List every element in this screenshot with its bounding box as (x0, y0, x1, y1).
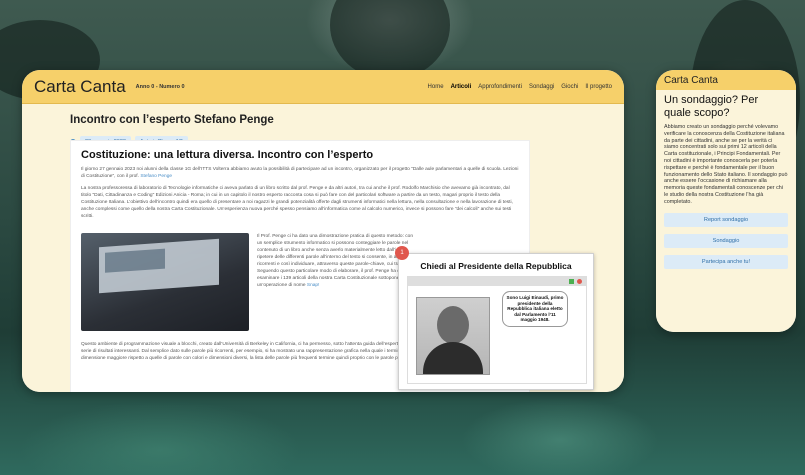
nav-articoli[interactable]: Articoli (451, 84, 472, 90)
nav-home[interactable]: Home (428, 84, 444, 90)
site-brand[interactable]: Carta Canta (34, 77, 126, 97)
issue-label: Anno 0 - Numero 0 (135, 83, 185, 90)
article-paragraph-side: Il Prof. Penge ci ha dato una dimostrazi… (257, 233, 417, 289)
article-title: Costituzione: una lettura diversa. Incon… (81, 149, 374, 161)
nav-approfondimenti[interactable]: Approfondimenti (478, 84, 522, 90)
snap-link[interactable]: Snap! (307, 283, 320, 288)
president-popup: 1 Chiedi al Presidente della Repubblica … (395, 246, 594, 390)
nav-progetto[interactable]: Il progetto (585, 84, 612, 90)
top-navbar: Carta Canta Anno 0 - Numero 0 Home Artic… (22, 70, 624, 104)
para3-text: Il Prof. Penge ci ha dato una dimostrazi… (257, 234, 417, 288)
nav-giochi[interactable]: Giochi (561, 84, 578, 90)
einaudi-portrait (416, 297, 490, 375)
side-brand[interactable]: Carta Canta (656, 70, 796, 90)
report-survey-button[interactable]: Report sondaggio (664, 212, 788, 227)
survey-text: Abbiamo creato un sondaggio perché volev… (664, 124, 788, 205)
portrait-body (423, 342, 483, 374)
green-flag-icon[interactable] (569, 279, 574, 284)
notification-badge[interactable]: 1 (395, 246, 409, 260)
snap-stage: Sono Luigi Einaudi, primo presidente del… (407, 276, 587, 384)
nav-sondaggi[interactable]: Sondaggi (529, 84, 554, 90)
figure-silhouette (330, 0, 450, 80)
survey-heading: Un sondaggio? Per quale scopo? (664, 94, 759, 119)
participate-button[interactable]: Partecipa anche tu! (664, 254, 788, 269)
survey-button[interactable]: Sondaggio (664, 233, 788, 248)
page-title: Incontro con l’esperto Stefano Penge (70, 114, 274, 126)
article-paragraph: La nostra professoressa di laboratorio d… (81, 186, 513, 219)
stop-icon[interactable] (577, 279, 582, 284)
speech-bubble: Sono Luigi Einaudi, primo presidente del… (502, 291, 568, 327)
survey-panel: Un sondaggio? Per quale scopo? Abbiamo c… (656, 90, 796, 332)
article-intro: Il giorno 27 gennaio 2023 noi alunni del… (81, 166, 519, 180)
popup-title: Chiedi al Presidente della Repubblica (420, 261, 572, 271)
portrait-head (437, 306, 469, 344)
expert-link[interactable]: Stefano Penge (140, 174, 172, 179)
classroom-photo (81, 233, 249, 331)
projector-screen (99, 238, 219, 294)
stage-toolbar (408, 277, 586, 286)
main-nav: Home Articoli Approfondimenti Sondaggi G… (428, 84, 612, 90)
survey-window: Carta Canta Un sondaggio? Per quale scop… (656, 70, 796, 332)
